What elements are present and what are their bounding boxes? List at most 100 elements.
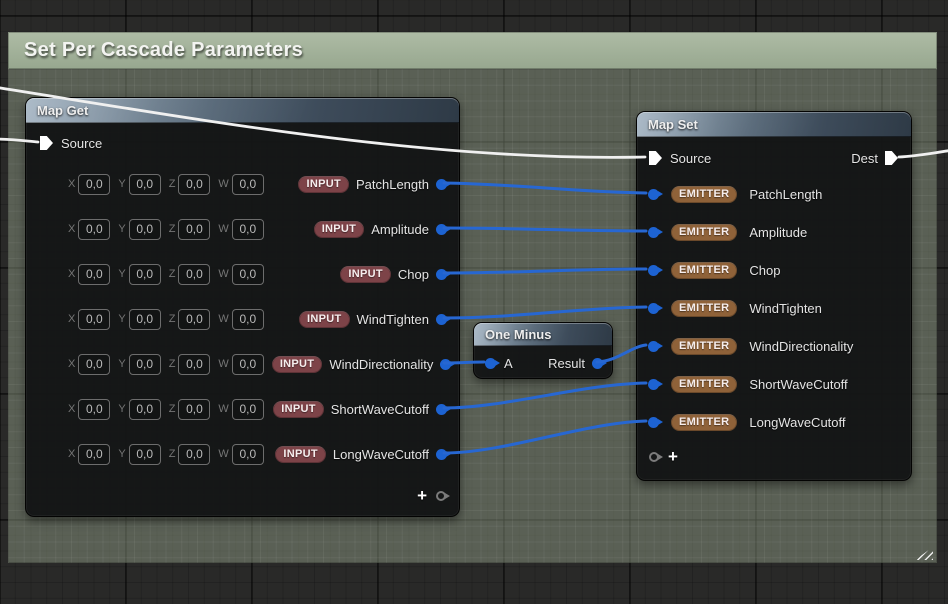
axis-field-x[interactable]: 0,0	[78, 264, 110, 285]
comment-header[interactable]: Set Per Cascade Parameters	[8, 32, 937, 69]
pin-label: WindDirectionality	[329, 357, 433, 372]
node-map-set-header[interactable]: Map Set	[637, 112, 911, 137]
output-pin-shortwavecutoff[interactable]	[436, 404, 447, 415]
axis-field-x[interactable]: 0,0	[78, 444, 110, 465]
axis-field-w[interactable]: 0,0	[232, 354, 264, 375]
axis-letter-y: Y	[118, 313, 125, 325]
axis-field-z[interactable]: 0,0	[178, 354, 210, 375]
node-map-get[interactable]: Map Get Source X0,0Y0,0Z0,0W0,0INPUTPatc…	[25, 97, 460, 517]
axis-letter-z: Z	[169, 223, 176, 235]
output-pin-winddirectionality[interactable]	[440, 359, 451, 370]
input-pin-chop[interactable]	[648, 265, 659, 276]
input-pin-windtighten[interactable]	[648, 303, 659, 314]
add-pin-plus[interactable]: +	[668, 450, 678, 464]
pin-label: PatchLength	[356, 177, 429, 192]
axis-field-y[interactable]: 0,0	[129, 219, 161, 240]
input-pin-amplitude[interactable]	[648, 227, 659, 238]
node-title: One Minus	[474, 323, 612, 346]
input-pin-winddirectionality[interactable]	[648, 341, 659, 352]
input-pin-longwavecutoff[interactable]	[648, 417, 659, 428]
axis-field-y[interactable]: 0,0	[129, 354, 161, 375]
axis-field-w[interactable]: 0,0	[232, 264, 264, 285]
axis-letter-w: W	[218, 403, 228, 415]
axis-field-w[interactable]: 0,0	[232, 399, 264, 420]
axis-field-x[interactable]: 0,0	[78, 309, 110, 330]
add-pin-icon[interactable]	[649, 452, 659, 462]
axis-field-x[interactable]: 0,0	[78, 219, 110, 240]
axis-letter-z: Z	[169, 268, 176, 280]
map-set-exec-row: Source Dest	[637, 145, 911, 171]
axis-field-y[interactable]: 0,0	[129, 309, 161, 330]
axis-field-y[interactable]: 0,0	[129, 264, 161, 285]
vector-fields: X0,0Y0,0Z0,0W0,0	[68, 264, 272, 285]
vector-fields: X0,0Y0,0Z0,0W0,0	[68, 444, 272, 465]
output-pin-amplitude[interactable]	[436, 224, 447, 235]
axis-field-z[interactable]: 0,0	[178, 444, 210, 465]
axis-field-x[interactable]: 0,0	[78, 399, 110, 420]
vector-fields: X0,0Y0,0Z0,0W0,0	[68, 399, 272, 420]
axis-letter-y: Y	[118, 403, 125, 415]
pin-label: Amplitude	[749, 225, 807, 240]
axis-letter-w: W	[218, 448, 228, 460]
axis-letter-x: X	[68, 448, 75, 460]
dest-pin[interactable]	[885, 151, 898, 165]
output-pin-windtighten[interactable]	[436, 314, 447, 325]
result-pin[interactable]	[592, 358, 603, 369]
vector-fields: X0,0Y0,0Z0,0W0,0	[68, 354, 272, 375]
input-pin-patchlength[interactable]	[648, 189, 659, 200]
input-pin-shortwavecutoff[interactable]	[648, 379, 659, 390]
axis-letter-x: X	[68, 403, 75, 415]
axis-field-x[interactable]: 0,0	[78, 174, 110, 195]
axis-field-y[interactable]: 0,0	[129, 444, 161, 465]
source-pin[interactable]	[40, 136, 53, 150]
add-pin-plus[interactable]: +	[417, 489, 427, 503]
node-map-set[interactable]: Map Set Source Dest EMITTERPatchLengthEM…	[636, 111, 912, 481]
output-pin-patchlength[interactable]	[436, 179, 447, 190]
axis-letter-z: Z	[169, 358, 176, 370]
pin-label: Amplitude	[371, 222, 429, 237]
axis-letter-z: Z	[169, 178, 176, 190]
axis-field-w[interactable]: 0,0	[232, 174, 264, 195]
node-map-get-header[interactable]: Map Get	[26, 98, 459, 123]
one-minus-body-row: A Result	[474, 350, 612, 376]
axis-field-z[interactable]: 0,0	[178, 399, 210, 420]
map-set-param-row: EMITTERPatchLength	[637, 181, 911, 207]
add-pin-icon[interactable]	[436, 491, 446, 501]
axis-field-z[interactable]: 0,0	[178, 174, 210, 195]
axis-field-z[interactable]: 0,0	[178, 264, 210, 285]
axis-letter-y: Y	[118, 448, 125, 460]
map-get-param-row: X0,0Y0,0Z0,0W0,0INPUT WindDirectionality	[26, 351, 459, 377]
axis-letter-w: W	[218, 313, 228, 325]
axis-letter-x: X	[68, 268, 75, 280]
input-pin-a[interactable]	[485, 358, 496, 369]
node-one-minus-header[interactable]: One Minus	[474, 323, 612, 346]
axis-field-y[interactable]: 0,0	[129, 399, 161, 420]
output-pin-chop[interactable]	[436, 269, 447, 280]
axis-letter-z: Z	[169, 313, 176, 325]
axis-letter-x: X	[68, 358, 75, 370]
axis-field-x[interactable]: 0,0	[78, 354, 110, 375]
axis-field-y[interactable]: 0,0	[129, 174, 161, 195]
output-pin-longwavecutoff[interactable]	[436, 449, 447, 460]
pin-label: ShortWaveCutoff	[331, 402, 429, 417]
pin-label: WindTighten	[749, 301, 822, 316]
input-badge: INPUT	[299, 311, 350, 328]
map-set-add-row: +	[637, 444, 911, 470]
map-get-param-row: X0,0Y0,0Z0,0W0,0INPUTChop	[26, 261, 459, 287]
map-get-param-row: X0,0Y0,0Z0,0W0,0INPUTShortWaveCutoff	[26, 396, 459, 422]
axis-field-w[interactable]: 0,0	[232, 309, 264, 330]
axis-letter-y: Y	[118, 268, 125, 280]
axis-field-w[interactable]: 0,0	[232, 219, 264, 240]
input-badge: INPUT	[272, 356, 323, 373]
source-pin[interactable]	[649, 151, 662, 165]
axis-field-w[interactable]: 0,0	[232, 444, 264, 465]
axis-letter-x: X	[68, 313, 75, 325]
axis-letter-y: Y	[118, 178, 125, 190]
pin-label: ShortWaveCutoff	[749, 377, 847, 392]
dest-pin-label: Dest	[851, 151, 878, 166]
pin-label: PatchLength	[749, 187, 822, 202]
axis-field-z[interactable]: 0,0	[178, 309, 210, 330]
axis-field-z[interactable]: 0,0	[178, 219, 210, 240]
node-one-minus[interactable]: One Minus A Result	[473, 322, 613, 379]
map-get-param-row: X0,0Y0,0Z0,0W0,0INPUTWindTighten	[26, 306, 459, 332]
